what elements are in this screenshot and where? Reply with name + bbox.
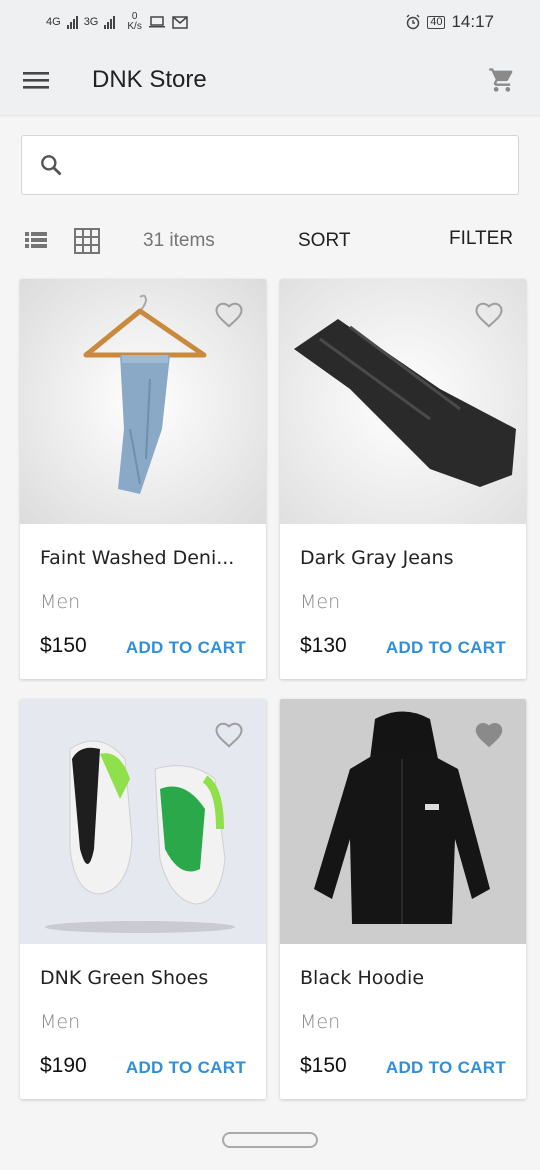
product-name: DNK Green Shoes	[40, 967, 209, 989]
product-card[interactable]: Black Hoodie Men $150 ADD TO CART	[280, 699, 526, 1099]
status-right: 40 14:17	[405, 12, 494, 32]
items-count: 31 items	[143, 230, 215, 251]
add-to-cart-button[interactable]: ADD TO CART	[386, 1058, 506, 1078]
hamburger-menu-icon[interactable]	[20, 64, 52, 96]
signal-icon	[104, 15, 116, 29]
product-name: Dark Gray Jeans	[300, 547, 454, 569]
signal-icon	[66, 15, 78, 29]
add-to-cart-button[interactable]: ADD TO CART	[126, 1058, 246, 1078]
filter-button[interactable]: FILTER	[449, 228, 513, 250]
sort-button[interactable]: SORT	[298, 230, 350, 252]
product-card[interactable]: Dark Gray Jeans Men $130 ADD TO CART	[280, 279, 526, 679]
product-category: Men	[300, 1011, 341, 1033]
status-left: 4G 3G 0 K/s	[46, 12, 188, 32]
product-category: Men	[40, 591, 81, 613]
favorite-heart-icon[interactable]	[214, 301, 244, 329]
network-speed: 0 K/s	[127, 11, 142, 32]
app-bar: DNK Store	[0, 44, 540, 115]
network-4g-label: 4G	[46, 16, 61, 28]
product-price: $150	[300, 1054, 347, 1077]
list-view-icon[interactable]	[24, 228, 48, 252]
search-input[interactable]	[76, 154, 518, 176]
product-name: Black Hoodie	[300, 967, 425, 989]
shopping-cart-icon[interactable]	[484, 62, 520, 98]
grid-view-icon[interactable]	[74, 228, 100, 254]
product-price: $130	[300, 634, 347, 657]
list-toolbar: 31 items SORT FILTER	[0, 220, 540, 264]
product-card[interactable]: DNK Green Shoes Men $190 ADD TO CART	[20, 699, 266, 1099]
battery-indicator: 40	[427, 15, 446, 29]
page-title: DNK Store	[92, 65, 207, 93]
laptop-icon	[148, 16, 165, 28]
add-to-cart-button[interactable]: ADD TO CART	[126, 638, 246, 658]
product-category: Men	[300, 591, 341, 613]
search-box[interactable]	[21, 135, 519, 195]
alarm-icon	[406, 14, 420, 30]
network-3g-label: 3G	[83, 16, 99, 28]
home-gesture-bar[interactable]	[222, 1132, 318, 1148]
status-bar: 4G 3G 0 K/s 40 14:17	[0, 0, 540, 44]
product-price: $150	[40, 634, 87, 657]
product-name: Faint Washed Deni...	[40, 547, 235, 569]
favorite-heart-icon[interactable]	[214, 721, 244, 749]
favorite-heart-icon[interactable]	[474, 721, 504, 749]
favorite-heart-icon[interactable]	[474, 301, 504, 329]
search-icon[interactable]	[38, 152, 64, 178]
mail-icon	[172, 15, 188, 29]
add-to-cart-button[interactable]: ADD TO CART	[386, 638, 506, 658]
product-category: Men	[40, 1011, 81, 1033]
product-price: $190	[40, 1054, 87, 1077]
product-card[interactable]: Faint Washed Deni... Men $150 ADD TO CAR…	[20, 279, 266, 679]
clock: 14:17	[451, 12, 494, 31]
